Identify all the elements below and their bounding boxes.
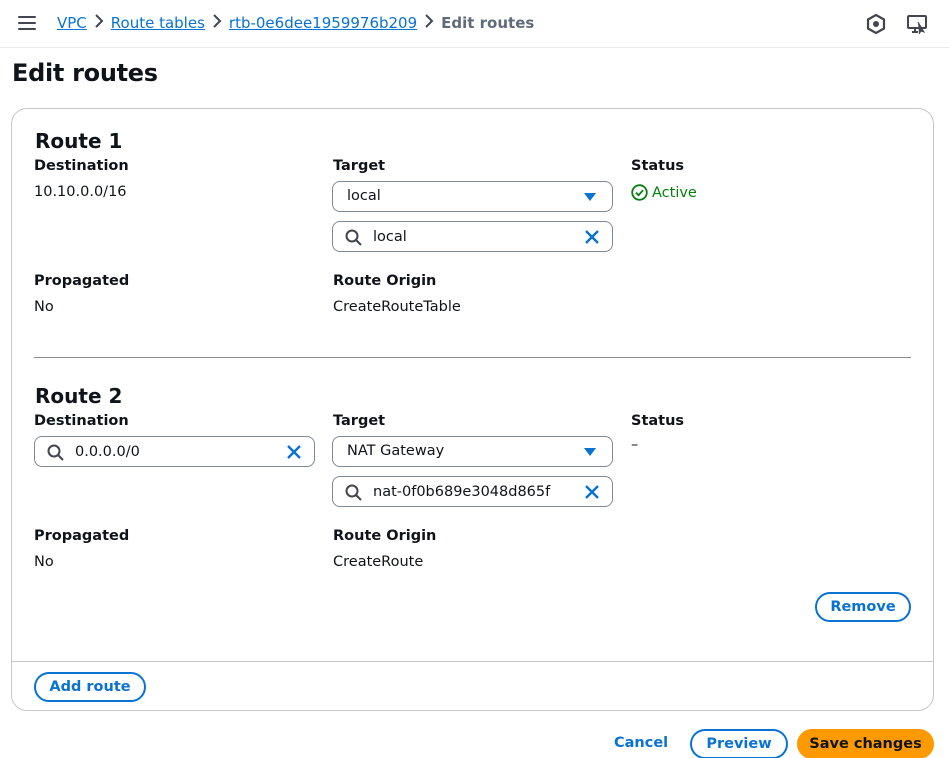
route-1-target-label: Target xyxy=(333,158,386,174)
breadcrumb-vpc[interactable]: VPC xyxy=(57,14,87,32)
screen-help-icon[interactable] xyxy=(906,13,928,35)
route-1-destination-label: Destination xyxy=(34,158,129,174)
breadcrumb: VPC Route tables rtb-0e6dee1959976b209 E… xyxy=(57,14,534,32)
route-1-status-text: Active xyxy=(652,184,697,201)
route-1-target-type-value: local xyxy=(347,188,381,204)
search-icon xyxy=(345,229,362,246)
cancel-button[interactable]: Cancel xyxy=(614,735,668,751)
chevron-right-icon xyxy=(417,14,441,32)
route-1-status: Active xyxy=(631,184,697,201)
route-1-target-search[interactable] xyxy=(332,221,613,252)
page-title: Edit routes xyxy=(12,59,158,87)
route-2-target-search[interactable] xyxy=(332,476,613,507)
route-2-origin-label: Route Origin xyxy=(333,528,437,544)
clear-icon[interactable] xyxy=(584,229,600,245)
route-1-propagated-value: No xyxy=(34,299,54,315)
route-2-target-type-value: NAT Gateway xyxy=(347,443,445,459)
route-2-target-type-select[interactable]: NAT Gateway xyxy=(332,436,613,467)
route-2-destination-input[interactable] xyxy=(75,442,255,462)
remove-route-button[interactable]: Remove xyxy=(815,592,911,622)
clear-icon[interactable] xyxy=(584,484,600,500)
caret-down-icon xyxy=(584,448,596,456)
preview-button[interactable]: Preview xyxy=(690,729,788,758)
route-1-origin-value: CreateRouteTable xyxy=(333,299,461,315)
route-1-target-type-select[interactable]: local xyxy=(332,181,613,212)
routes-panel: Route 1 Destination 10.10.0.0/16 Target … xyxy=(11,108,934,711)
chevron-right-icon xyxy=(205,14,229,32)
hexagon-notification-icon[interactable] xyxy=(865,13,887,35)
top-navigation-bar: VPC Route tables rtb-0e6dee1959976b209 E… xyxy=(0,0,949,48)
route-2-destination-search[interactable] xyxy=(34,436,315,467)
caret-down-icon xyxy=(584,193,596,201)
search-icon xyxy=(47,444,64,461)
route-2-title: Route 2 xyxy=(35,384,123,408)
breadcrumb-route-table-id[interactable]: rtb-0e6dee1959976b209 xyxy=(229,14,417,32)
route-1-destination-value: 10.10.0.0/16 xyxy=(34,184,127,200)
clear-icon[interactable] xyxy=(286,444,302,460)
route-2-destination-label: Destination xyxy=(34,413,129,429)
route-2-origin-value: CreateRoute xyxy=(333,554,424,570)
route-2-propagated-label: Propagated xyxy=(34,528,130,544)
route-1-target-input[interactable] xyxy=(373,227,553,247)
hamburger-menu-icon[interactable] xyxy=(18,16,36,32)
add-route-button[interactable]: Add route xyxy=(34,672,146,702)
route-1-propagated-label: Propagated xyxy=(34,273,130,289)
route-2-target-input[interactable] xyxy=(373,482,553,502)
search-icon xyxy=(345,484,362,501)
route-2-status: – xyxy=(631,437,639,453)
route-1-status-label: Status xyxy=(631,158,685,174)
panel-footer-divider xyxy=(12,661,933,662)
route-2-status-label: Status xyxy=(631,413,685,429)
check-circle-icon xyxy=(631,184,648,201)
breadcrumb-current: Edit routes xyxy=(441,14,535,32)
route-1-title: Route 1 xyxy=(35,129,123,153)
breadcrumb-route-tables[interactable]: Route tables xyxy=(111,14,205,32)
route-2-propagated-value: No xyxy=(34,554,54,570)
route-2-target-label: Target xyxy=(333,413,386,429)
chevron-right-icon xyxy=(87,14,111,32)
save-changes-button[interactable]: Save changes xyxy=(797,729,934,758)
route-divider xyxy=(34,357,911,358)
route-1-origin-label: Route Origin xyxy=(333,273,437,289)
